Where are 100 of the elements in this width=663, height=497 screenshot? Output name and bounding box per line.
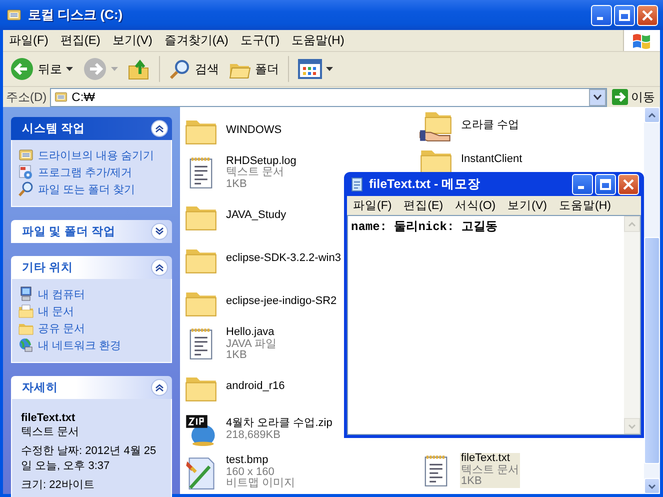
- scroll-up-button[interactable]: [644, 107, 660, 123]
- file-detail: 1KB: [226, 178, 248, 190]
- close-icon: [623, 178, 634, 190]
- task-link[interactable]: 공유 문서: [18, 320, 167, 336]
- address-label: 주소(D): [6, 88, 47, 106]
- maximize-button[interactable]: [595, 174, 616, 194]
- file-detail: 비트맵 이미지: [226, 478, 296, 490]
- details-size: 크기: 22바이트: [21, 478, 96, 492]
- address-field[interactable]: C:₩: [50, 88, 607, 106]
- minimize-button[interactable]: [591, 4, 612, 26]
- computer-icon: [18, 286, 34, 302]
- file-name: fileText.txt: [461, 453, 511, 464]
- menu-item[interactable]: 파일(F): [347, 198, 398, 213]
- double-chevron-up-icon: [154, 262, 165, 273]
- dropdown-caret-icon: [326, 67, 333, 71]
- double-chevron-down-icon: [154, 226, 165, 237]
- file-item[interactable]: fileText.txt 텍스트 문서 1KB: [460, 453, 520, 488]
- menu-item[interactable]: 즐겨찾기(A): [158, 32, 234, 49]
- file-name: Hello.java: [226, 327, 276, 338]
- file-name: test.bmp: [226, 455, 270, 467]
- scrollbar-thumb[interactable]: [644, 237, 660, 464]
- file-detail: 160 x 160: [226, 466, 274, 478]
- task-link[interactable]: 드라이브의 내용 숨기기: [18, 147, 167, 163]
- task-pane-title: 파일 및 폴더 작업: [22, 225, 116, 239]
- views-grid-icon: [298, 59, 322, 79]
- file-item[interactable]: eclipse-jee-indigo-SR2: [225, 296, 338, 308]
- double-chevron-up-icon: [154, 123, 165, 134]
- chevron-up-icon: [628, 222, 636, 226]
- views-button[interactable]: [295, 57, 336, 81]
- minimize-icon: [597, 16, 603, 20]
- file-item[interactable]: eclipse-SDK-3.2.2-win3: [225, 252, 342, 264]
- menu-item[interactable]: 서식(O): [449, 198, 502, 213]
- close-button[interactable]: [637, 4, 658, 26]
- task-link[interactable]: 내 문서: [18, 303, 167, 319]
- programs-icon: [18, 164, 34, 180]
- collapse-button[interactable]: [151, 379, 168, 396]
- file-name: RHDSetup.log: [226, 156, 296, 167]
- expand-button[interactable]: [151, 223, 168, 240]
- network-globe-icon: [18, 337, 34, 353]
- drive-icon: [18, 147, 34, 163]
- drive-icon: [6, 7, 22, 23]
- file-item[interactable]: WINDOWS: [225, 124, 283, 136]
- chevron-down-icon: [628, 424, 636, 428]
- maximize-button[interactable]: [614, 4, 635, 26]
- task-link[interactable]: 프로그램 추가/제거: [18, 164, 167, 180]
- task-link[interactable]: 내 네트워크 환경: [18, 337, 167, 353]
- file-item[interactable]: test.bmp 160 x 160 비트맵 이미지: [225, 455, 296, 490]
- menu-item[interactable]: 편집(E): [54, 32, 106, 49]
- task-link[interactable]: 파일 또는 폴더 찾기: [18, 181, 167, 197]
- scroll-down-button[interactable]: [644, 478, 660, 494]
- window-title: 로컬 디스크 (C:): [28, 6, 124, 24]
- collapse-button[interactable]: [151, 120, 168, 137]
- file-name: 4월차 오라클 수업.zip: [226, 418, 332, 430]
- file-detail: 텍스트 문서: [226, 167, 284, 179]
- file-item[interactable]: InstantClient: [460, 154, 524, 166]
- dropdown-caret-icon: [66, 67, 73, 71]
- menu-item[interactable]: 편집(E): [398, 198, 450, 213]
- details-file-type: 텍스트 문서: [21, 425, 80, 439]
- collapse-button[interactable]: [151, 259, 168, 276]
- details-modified-date: 수정한 날짜: 2012년 4월 25일 오늘, 오후 3:37: [21, 444, 158, 473]
- zip-archive-icon: [184, 412, 218, 447]
- task-pane-title: 기타 위치: [22, 261, 74, 275]
- close-icon: [642, 10, 653, 20]
- menu-item[interactable]: 도움말(H): [552, 198, 617, 213]
- file-detail: 1KB: [226, 350, 248, 362]
- address-dropdown-button[interactable]: [589, 88, 606, 106]
- menu-item[interactable]: 도구(T): [234, 32, 286, 49]
- double-chevron-up-icon: [154, 382, 165, 393]
- folders-button[interactable]: 폴더: [226, 56, 282, 82]
- minimize-button[interactable]: [572, 174, 593, 194]
- shared-folder-icon: [419, 109, 453, 143]
- menu-item[interactable]: 보기(V): [502, 198, 553, 213]
- file-item[interactable]: 4월차 오라클 수업.zip 218,689KB: [225, 418, 334, 442]
- file-item[interactable]: JAVA_Study: [225, 210, 288, 222]
- chevron-up-icon: [648, 112, 656, 118]
- chevron-down-icon: [648, 484, 656, 488]
- file-item[interactable]: Hello.java JAVA 파일 1KB: [225, 327, 278, 362]
- task-link[interactable]: 내 컴퓨터: [18, 286, 167, 302]
- file-item[interactable]: RHDSetup.log 텍스트 문서 1KB: [225, 156, 298, 190]
- back-button[interactable]: 뒤로: [7, 55, 76, 83]
- details-file-name: fileText.txt: [21, 412, 76, 424]
- menu-item[interactable]: 파일(F): [3, 32, 54, 49]
- notepad-icon: [350, 176, 364, 192]
- file-detail: 텍스트 문서: [461, 464, 520, 476]
- dropdown-caret-icon: [111, 67, 118, 71]
- go-button[interactable]: 이동: [610, 88, 657, 106]
- maximize-icon: [619, 10, 630, 20]
- menu-item[interactable]: 보기(V): [106, 32, 158, 49]
- go-arrow-icon: [612, 89, 628, 105]
- search-button[interactable]: 검색: [166, 56, 222, 82]
- menu-item[interactable]: 도움말(H): [286, 32, 350, 49]
- minimize-icon: [578, 186, 584, 188]
- task-pane-title: 시스템 작업: [22, 122, 86, 136]
- file-item[interactable]: 오라클 수업: [460, 120, 520, 132]
- documents-icon: [18, 303, 34, 319]
- file-item[interactable]: android_r16: [225, 381, 286, 393]
- folder-up-icon: [128, 58, 150, 80]
- close-button[interactable]: [618, 174, 639, 194]
- file-detail: 1KB: [461, 476, 483, 488]
- chevron-down-icon: [593, 94, 602, 100]
